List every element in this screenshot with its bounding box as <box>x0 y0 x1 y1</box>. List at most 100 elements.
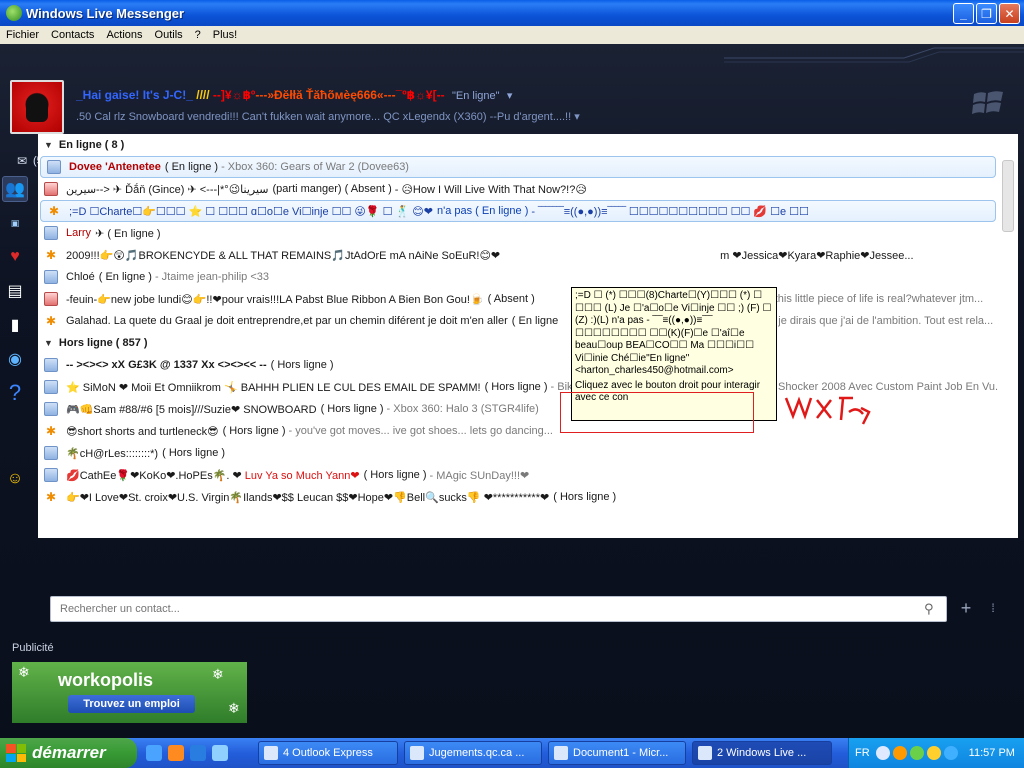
list-options-icon[interactable]: ⁞ <box>985 598 1001 618</box>
sidebar: 👥 ▣ ♥ ▤ ▮ ◉ ? ☺ <box>2 176 30 500</box>
tray-firefox-icon[interactable] <box>892 746 907 760</box>
menu-contacts[interactable]: Contacts <box>45 29 100 41</box>
status-label[interactable]: "En ligne" <box>452 90 500 102</box>
minimize-button[interactable]: _ <box>953 3 974 24</box>
contact-personal-message: - Jtaime jean-philip <33 <box>154 271 269 283</box>
tray-messenger-icon[interactable] <box>909 746 924 760</box>
menu-outils[interactable]: Outils <box>149 29 189 41</box>
taskbar-browser[interactable]: Jugements.qc.ca ... <box>404 741 542 765</box>
contact-status: ( Hors ligne ) <box>222 425 286 437</box>
jobs-tab-icon[interactable]: ▣ <box>2 210 28 236</box>
offline-status-icon <box>44 446 58 460</box>
online-status-icon <box>44 270 58 284</box>
menu-help[interactable]: ? <box>189 29 207 41</box>
taskbar-outlook[interactable]: 4 Outlook Express <box>258 741 398 765</box>
chevron-down-icon[interactable]: ▼ <box>44 338 53 348</box>
language-indicator[interactable]: FR <box>855 747 870 759</box>
mobile-tab-icon[interactable]: ▮ <box>2 312 28 338</box>
add-contact-button[interactable]: + <box>957 598 975 618</box>
task-label: Document1 - Micr... <box>573 747 669 759</box>
contact-row[interactable]: 💋CathEe🌹❤KoKo❤.HoPEs🌴. ❤ Luv Ya so Much … <box>38 464 998 486</box>
heart-tab-icon[interactable]: ♥ <box>2 244 28 270</box>
mail-icon[interactable]: ✉ <box>14 154 30 168</box>
tray-arrow-icon[interactable] <box>875 746 890 760</box>
contact-name: 😎short shorts and turtleneck😎 <box>66 425 219 438</box>
display-name[interactable]: _Hai gaise! It's J-C!_ //// --]¥☼฿º---»Ð… <box>76 88 696 102</box>
taskbar-word[interactable]: Document1 - Micr... <box>548 741 686 765</box>
tray-security-icon[interactable] <box>926 746 941 760</box>
contact-status: ( Hors ligne ) <box>484 381 548 393</box>
group-header-offline[interactable]: ▼ Hors ligne ( 857 ) <box>38 332 1018 354</box>
contact-name: ⭐ SiMoN ❤ Moii Et Omniikrom 🤸 BAHHH PLIE… <box>66 381 481 394</box>
scrollbar[interactable] <box>998 134 1018 538</box>
more-icon[interactable] <box>212 745 228 761</box>
contact-personal-message: this little piece of life is real?whatev… <box>774 293 984 305</box>
start-label: démarrer <box>32 743 106 762</box>
window-controls: _ ❐ ✕ <box>953 3 1020 24</box>
internet-explorer-icon[interactable] <box>190 745 206 761</box>
window-title: Windows Live Messenger <box>26 5 185 21</box>
group-header-online[interactable]: ▼ En ligne ( 8 ) <box>38 134 1018 156</box>
personal-message[interactable]: .50 Cal rlz Snowboard vendredi!!! Can't … <box>76 110 676 123</box>
ad-cta-button[interactable]: Trouvez un emploi <box>68 695 195 713</box>
games-tab-icon[interactable]: ☺ <box>2 466 28 492</box>
tray-network-icon[interactable] <box>943 746 958 760</box>
contact-row[interactable]: Larry ✈ ( En ligne ) <box>38 222 998 244</box>
search-input[interactable] <box>51 597 911 621</box>
menu-fichier[interactable]: Fichier <box>0 29 45 41</box>
ad-banner[interactable]: ❄ ❄ ❄ workopolis Trouvez un emploi <box>12 662 247 723</box>
contact-list[interactable]: ▼ En ligne ( 8 ) Dovee 'Antenetee ( En l… <box>38 134 1018 538</box>
contact-name: -- ><><> xX G£3K @ 1337 Xx <><><< -- <box>66 359 267 371</box>
contact-row[interactable]: ✱ Galahad. La quete du Graal je doit ent… <box>38 310 998 332</box>
contact-row[interactable]: Chloé ( En ligne ) - Jtaime jean-philip … <box>38 266 998 288</box>
contacts-tab-icon[interactable]: 👥 <box>2 176 28 202</box>
task-label: 2 Windows Live ... <box>717 747 807 759</box>
star-status-icon: ✱ <box>45 424 57 438</box>
display-name-part: --]¥☼฿º <box>212 88 256 102</box>
contact-personal-message: - ‾‾‾‾‾‾‾≡((●,●))≡‾‾‾‾‾ ☐☐☐☐☐☐☐☐☐☐ ☐☐ 💋 … <box>531 205 809 218</box>
menu-actions[interactable]: Actions <box>100 29 148 41</box>
msn-tab-icon[interactable]: ◉ <box>2 346 28 372</box>
desktop-icon[interactable] <box>146 745 162 761</box>
contact-row[interactable]: سيرين--> ✈ Ďắň (Gince) ✈ <---|*°😉سيرينا … <box>38 178 998 200</box>
contact-row[interactable]: 🌴cH@rLes::::::::*) ( Hors ligne ) <box>38 442 998 464</box>
help-tab-icon[interactable]: ? <box>2 380 28 406</box>
search-icon[interactable]: ⚲ <box>924 601 940 617</box>
system-tray: FR 11:57 PM <box>848 738 1024 768</box>
contact-personal-message: - MAgic SUnDay!!!❤ <box>429 469 530 482</box>
contact-name: Dovee 'Antenetee <box>69 161 161 173</box>
title-bar[interactable]: Windows Live Messenger _ ❐ ✕ <box>0 0 1024 26</box>
away-status-icon <box>44 292 58 306</box>
snowflake-icon: ❄ <box>212 666 224 682</box>
star-status-icon: ✱ <box>48 204 60 218</box>
contact-row[interactable]: ✱ ;=D ☐Charte☐👉☐☐☐ ⭐ ☐ ☐☐☐ ɑ☐o☐e Vi☐inje… <box>40 200 996 222</box>
taskbar: démarrer 4 Outlook Express Jugements.qc.… <box>0 738 1024 768</box>
contact-status: ( Hors ligne ) <box>270 359 334 371</box>
contact-name: Galahad. La quete du Graal je doit entre… <box>66 315 508 327</box>
contact-status: ( Hors ligne ) <box>553 491 617 503</box>
contact-personal-message: je dirais que j'ai de l'ambition. Tout e… <box>778 315 994 327</box>
menu-bar: Fichier Contacts Actions Outils ? Plus! <box>0 26 1024 44</box>
clock[interactable]: 11:57 PM <box>969 747 1015 759</box>
avatar[interactable] <box>10 80 64 134</box>
contact-row[interactable]: -- ><><> xX G£3K @ 1337 Xx <><><< -- ( H… <box>38 354 998 376</box>
contact-row[interactable]: ✱ 👉❤I Love❤St. croix❤U.S. Virgin🌴Ilands❤… <box>38 486 998 508</box>
contact-name: 🎮👊Sam #88/#6 [5 mois]///Suzie❤ SNOWBOARD <box>66 403 317 416</box>
contact-row[interactable]: ✱ 2009!!!👉😲🎵BROKENCYDE & ALL THAT REMAIN… <box>38 244 998 266</box>
close-button[interactable]: ✕ <box>999 3 1020 24</box>
chevron-down-icon[interactable]: ▼ <box>44 140 53 150</box>
taskbar-messenger[interactable]: 2 Windows Live ... <box>692 741 832 765</box>
contact-status: ( Absent ) <box>487 293 535 305</box>
firefox-icon[interactable] <box>168 745 184 761</box>
news-tab-icon[interactable]: ▤ <box>2 278 28 304</box>
start-button[interactable]: démarrer <box>0 738 137 768</box>
menu-plus[interactable]: Plus! <box>207 29 243 41</box>
contact-row[interactable]: -feuin-👉new jobe lundi😊👉!!❤pour vrais!!!… <box>38 288 998 310</box>
maximize-button[interactable]: ❐ <box>976 3 997 24</box>
star-status-icon: ✱ <box>45 248 57 262</box>
contact-row[interactable]: Dovee 'Antenetee ( En ligne ) - Xbox 360… <box>40 156 996 178</box>
ad-label: Publicité <box>12 642 54 654</box>
scrollbar-thumb[interactable] <box>1002 160 1014 232</box>
personal-message-dropdown-icon[interactable]: ▾ <box>574 111 580 123</box>
status-dropdown-icon[interactable]: ▾ <box>507 90 513 102</box>
